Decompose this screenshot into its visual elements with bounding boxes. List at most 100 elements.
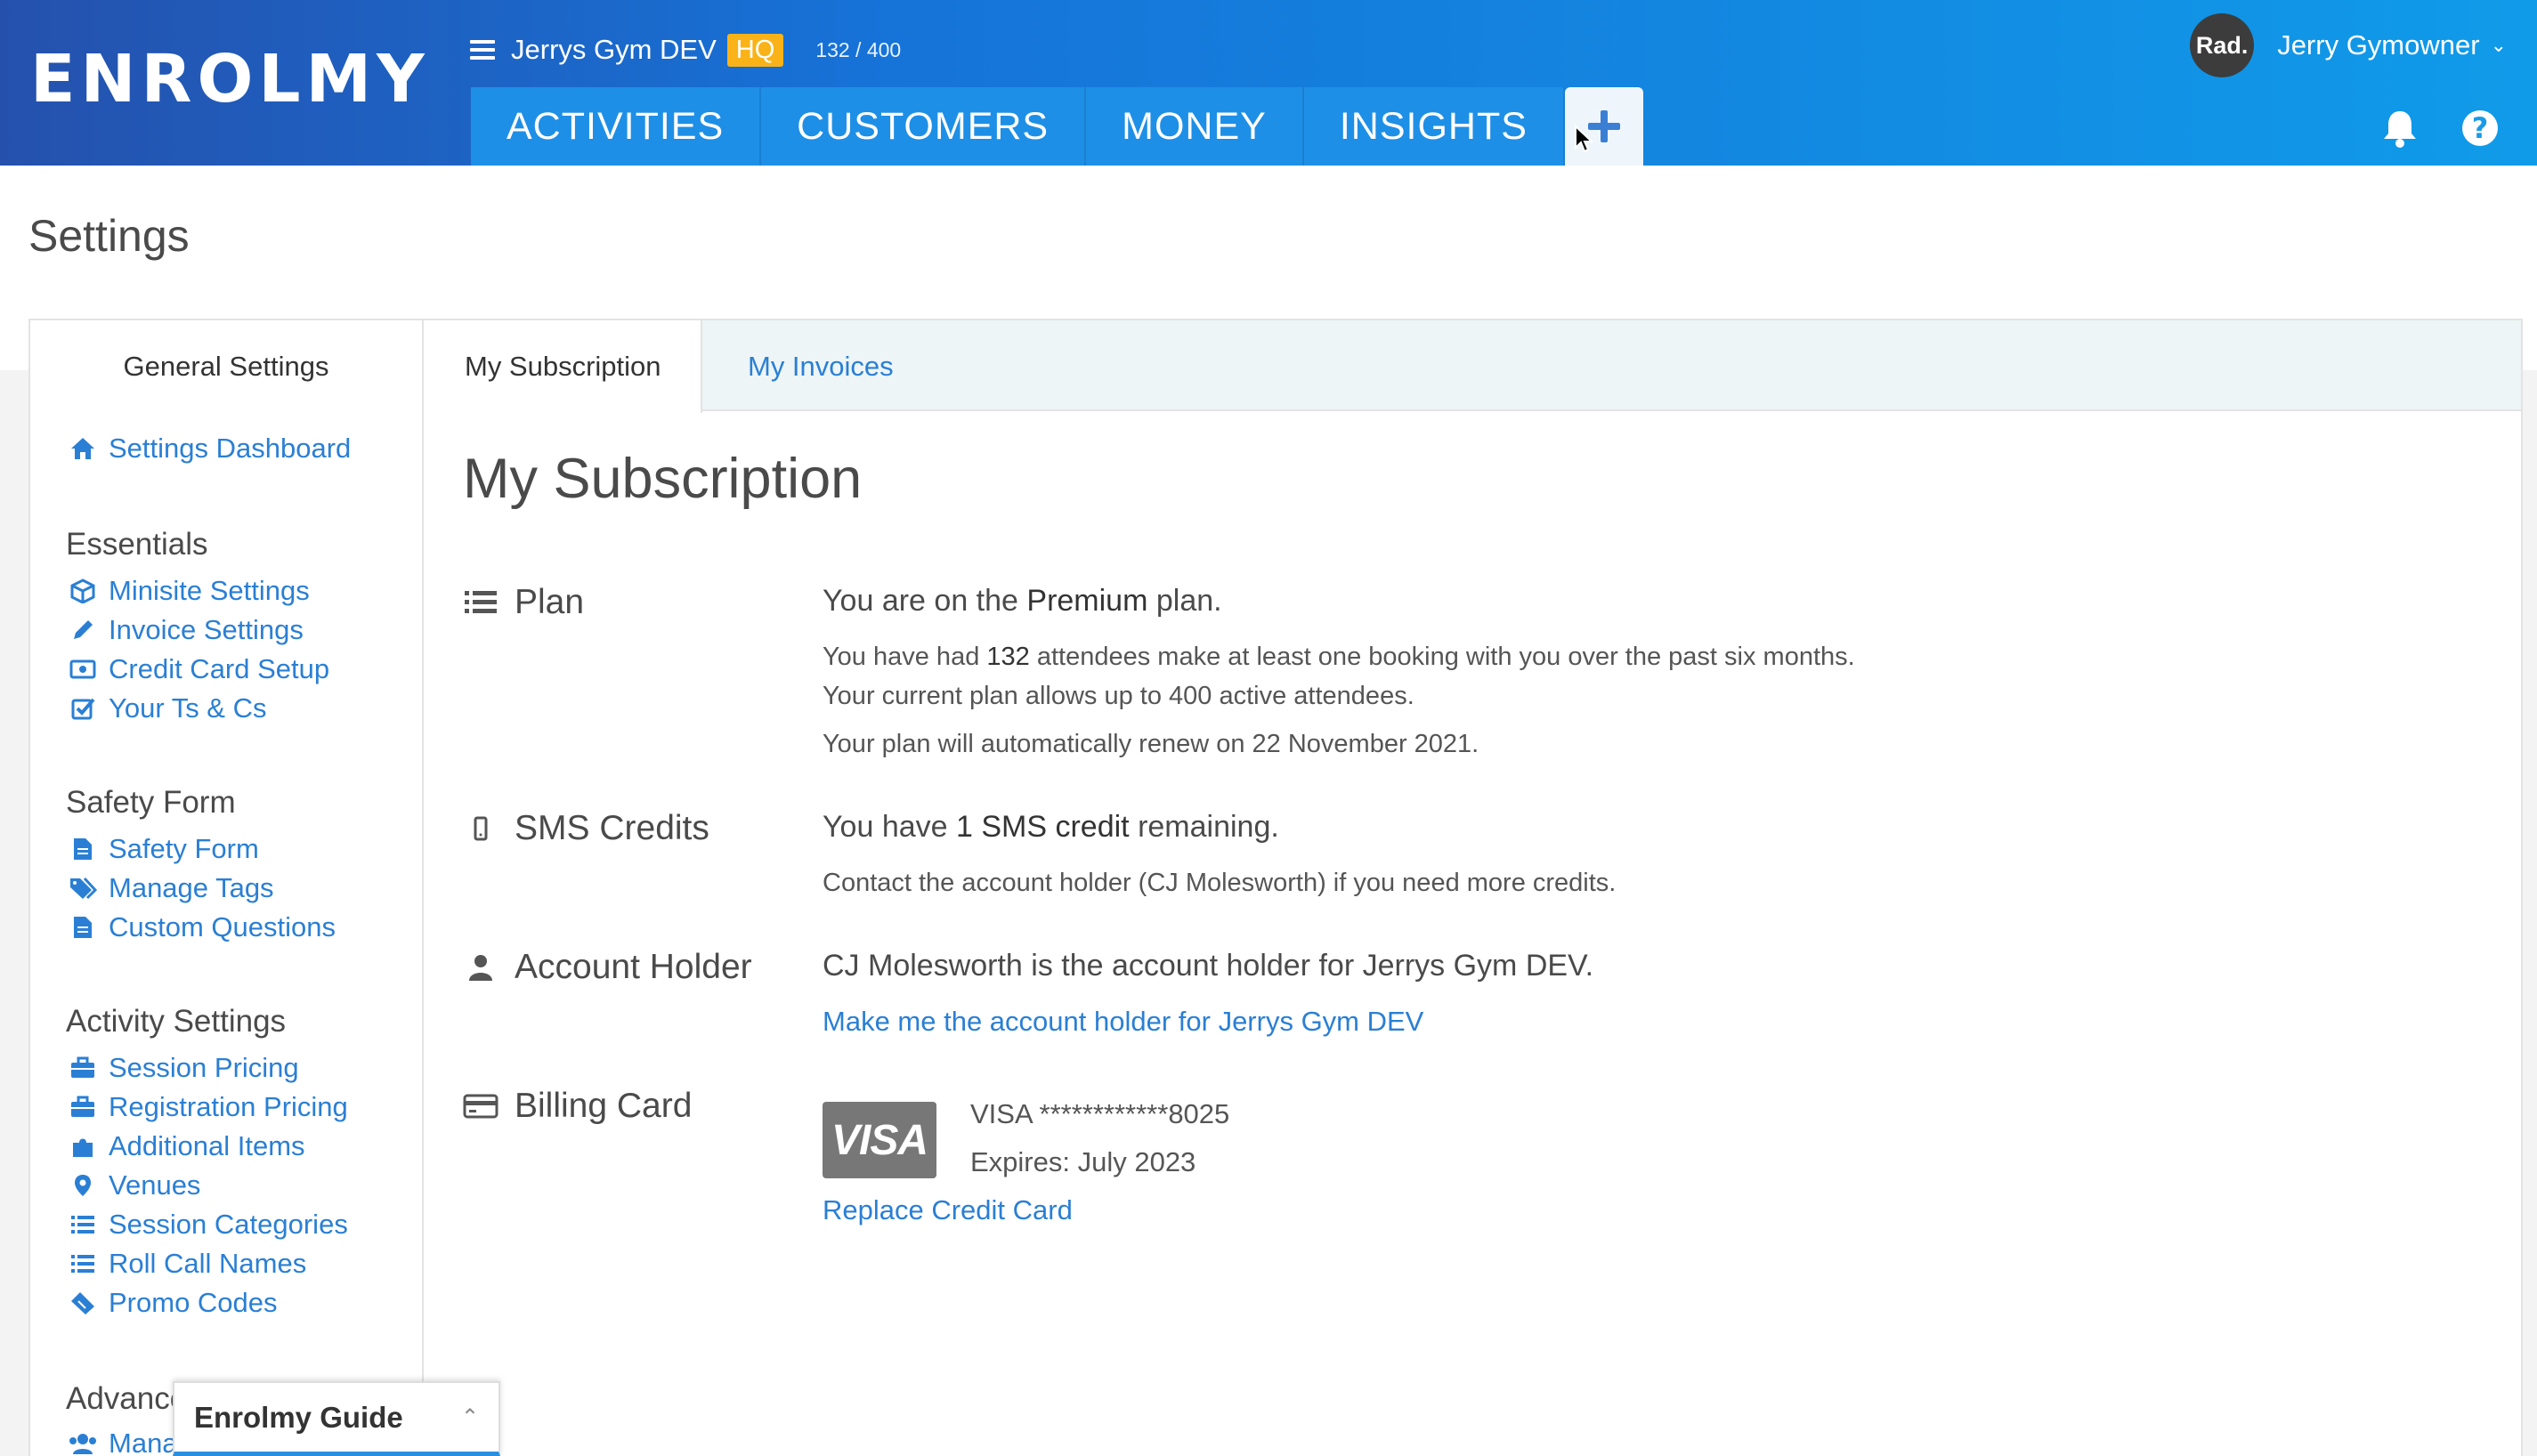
document-icon bbox=[68, 836, 98, 862]
map-marker-icon bbox=[68, 1172, 98, 1199]
sidebar-section-essentials: Essentials bbox=[66, 527, 208, 562]
sidebar-item-roll-call-names[interactable]: Roll Call Names bbox=[68, 1244, 306, 1283]
settings-sidebar: General Settings Settings Dashboard Esse… bbox=[30, 320, 424, 1456]
hamburger-menu-icon[interactable] bbox=[470, 40, 495, 60]
sms-contact-note: Contact the account holder (CJ Moleswort… bbox=[823, 869, 1617, 897]
sidebar-item-minisite-settings[interactable]: Minisite Settings bbox=[68, 571, 310, 611]
avatar[interactable]: Rad. bbox=[2190, 13, 2255, 77]
briefcase-icon bbox=[68, 1094, 98, 1120]
sidebar-item-additional-items[interactable]: Additional Items bbox=[68, 1127, 305, 1166]
settings-tabs: My Subscription My Invoices bbox=[426, 320, 2521, 413]
mouse-cursor-icon bbox=[1575, 125, 1593, 153]
plan-label: Plan bbox=[463, 580, 584, 625]
sidebar-item-label[interactable]: Manage Tags bbox=[109, 872, 274, 904]
help-icon[interactable]: ? bbox=[2462, 110, 2498, 146]
mobile-phone-icon bbox=[463, 813, 498, 845]
sidebar-item-ts-and-cs[interactable]: Your Ts & Cs bbox=[68, 689, 266, 728]
billing-card-label: Billing Card bbox=[463, 1084, 692, 1128]
subscription-content: My Subscription My Invoices My Subscript… bbox=[426, 320, 2521, 1456]
user-name[interactable]: Jerry Gymowner bbox=[2277, 29, 2479, 61]
page-title: Settings bbox=[28, 211, 190, 261]
guide-title[interactable]: Enrolmy Guide bbox=[194, 1401, 461, 1435]
attendee-count: 132 / 400 bbox=[815, 37, 902, 61]
sidebar-item-label[interactable]: Roll Call Names bbox=[109, 1248, 306, 1280]
settings-panel: General Settings Settings Dashboard Esse… bbox=[28, 319, 2523, 1456]
org-switcher[interactable]: Jerrys Gym DEV HQ 132 / 400 bbox=[470, 27, 901, 73]
nav-tab-activities[interactable]: ACTIVITIES bbox=[471, 87, 762, 166]
sidebar-item-label[interactable]: Venues bbox=[109, 1169, 200, 1201]
sidebar-item-label[interactable]: Safety Form bbox=[109, 833, 259, 865]
sidebar-item-label[interactable]: Invoice Settings bbox=[109, 614, 304, 646]
user-icon bbox=[463, 951, 498, 983]
tab-my-subscription[interactable]: My Subscription bbox=[426, 320, 702, 413]
chevron-up-icon[interactable]: ⌃ bbox=[461, 1404, 479, 1430]
sidebar-item-manage-tags[interactable]: Manage Tags bbox=[68, 869, 274, 908]
section-title: My Subscription bbox=[463, 448, 863, 510]
sidebar-item-label[interactable]: Session Pricing bbox=[109, 1052, 299, 1084]
sidebar-item-credit-card-setup[interactable]: Credit Card Setup bbox=[68, 650, 329, 689]
list-icon bbox=[68, 1250, 98, 1277]
sidebar-item-session-pricing[interactable]: Session Pricing bbox=[68, 1048, 299, 1088]
sidebar-item-label[interactable]: Settings Dashboard bbox=[109, 433, 351, 465]
plan-limit: Your current plan allows up to 400 activ… bbox=[823, 682, 1414, 710]
enrolmy-logo[interactable]: ENROLMY bbox=[30, 41, 430, 117]
account-holder-label: Account Holder bbox=[463, 945, 752, 990]
sidebar-item-label[interactable]: Session Categories bbox=[109, 1209, 348, 1241]
card-expiry: Expires: July 2023 bbox=[970, 1146, 1196, 1177]
sidebar-item-label[interactable]: Additional Items bbox=[109, 1130, 305, 1162]
plan-renewal: Your plan will automatically renew on 22… bbox=[823, 730, 1479, 758]
nav-tab-insights[interactable]: INSIGHTS bbox=[1303, 87, 1565, 166]
user-menu[interactable]: Rad. Jerry Gymowner ⌄ bbox=[2190, 13, 2507, 77]
list-icon bbox=[463, 586, 498, 619]
money-icon bbox=[68, 656, 98, 683]
visa-logo: VISA bbox=[823, 1102, 936, 1178]
sidebar-item-custom-questions[interactable]: Custom Questions bbox=[68, 908, 336, 947]
sms-credits-label: SMS Credits bbox=[463, 806, 709, 851]
account-holder-text: CJ Molesworth is the account holder for … bbox=[823, 949, 1594, 983]
sidebar-item-settings-dashboard[interactable]: Settings Dashboard bbox=[68, 429, 351, 468]
nav-tab-money[interactable]: MONEY bbox=[1086, 87, 1304, 166]
sidebar-section-safety-form: Safety Form bbox=[66, 785, 236, 820]
sidebar-section-activity-settings: Activity Settings bbox=[66, 1004, 287, 1039]
top-header: ENROLMY Jerrys Gym DEV HQ 132 / 400 ACTI… bbox=[0, 0, 2537, 166]
users-icon bbox=[68, 1430, 98, 1456]
sidebar-item-session-categories[interactable]: Session Categories bbox=[68, 1205, 348, 1244]
ticket-icon bbox=[68, 1290, 98, 1316]
main-nav: ACTIVITIES CUSTOMERS MONEY INSIGHTS bbox=[471, 87, 1643, 166]
sidebar-item-label[interactable]: Credit Card Setup bbox=[109, 653, 329, 685]
sidebar-heading: General Settings bbox=[123, 351, 329, 382]
sidebar-item-label[interactable]: Registration Pricing bbox=[109, 1091, 348, 1123]
sidebar-item-label[interactable]: Minisite Settings bbox=[109, 575, 310, 607]
hq-badge: HQ bbox=[726, 33, 784, 67]
pencil-icon bbox=[68, 617, 98, 643]
cube-icon bbox=[68, 578, 98, 604]
nav-tab-customers[interactable]: CUSTOMERS bbox=[761, 87, 1087, 166]
sidebar-item-label[interactable]: Custom Questions bbox=[109, 911, 336, 943]
plan-attendees: You have had 132 attendees make at least… bbox=[823, 643, 1855, 671]
sms-credit-count: You have 1 SMS credit remaining. bbox=[823, 810, 1279, 844]
sidebar-item-venues[interactable]: Venues bbox=[68, 1166, 200, 1205]
briefcase-icon bbox=[68, 1055, 98, 1081]
sidebar-item-promo-codes[interactable]: Promo Codes bbox=[68, 1283, 278, 1323]
card-number: VISA ************8025 bbox=[970, 1098, 1230, 1129]
sidebar-item-label[interactable]: Your Ts & Cs bbox=[109, 692, 266, 724]
puzzle-icon bbox=[68, 1133, 98, 1160]
plan-summary: You are on the Premium plan. bbox=[823, 584, 1222, 618]
org-name[interactable]: Jerrys Gym DEV bbox=[511, 34, 717, 66]
enrolmy-guide-widget[interactable]: Enrolmy Guide ⌃ bbox=[173, 1381, 500, 1456]
document-icon bbox=[68, 914, 98, 941]
replace-credit-card-link[interactable]: Replace Credit Card bbox=[823, 1194, 1073, 1226]
sidebar-item-registration-pricing[interactable]: Registration Pricing bbox=[68, 1088, 348, 1127]
sidebar-item-label[interactable]: Promo Codes bbox=[109, 1287, 278, 1319]
tab-my-invoices[interactable]: My Invoices bbox=[709, 320, 933, 413]
home-icon bbox=[68, 435, 98, 462]
make-account-holder-link[interactable]: Make me the account holder for Jerrys Gy… bbox=[823, 1006, 1423, 1038]
credit-card-icon bbox=[463, 1090, 498, 1122]
tags-icon bbox=[68, 875, 98, 902]
sidebar-item-invoice-settings[interactable]: Invoice Settings bbox=[68, 611, 304, 650]
list-icon bbox=[68, 1211, 98, 1238]
bell-icon[interactable] bbox=[2380, 109, 2419, 150]
chevron-down-icon[interactable]: ⌄ bbox=[2491, 34, 2507, 57]
sidebar-item-safety-form[interactable]: Safety Form bbox=[68, 829, 259, 869]
checkbox-icon bbox=[68, 695, 98, 722]
